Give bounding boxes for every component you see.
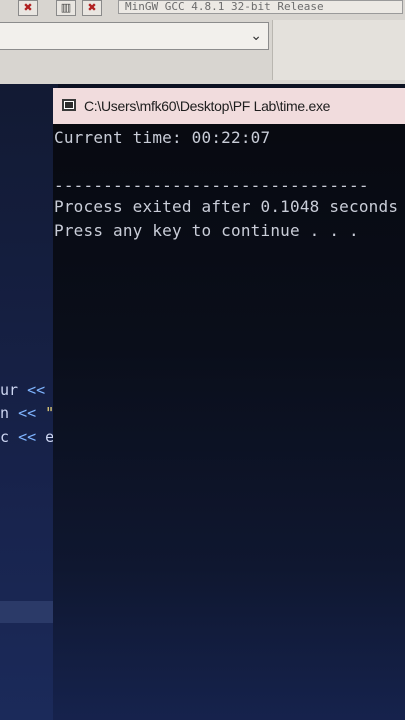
separator-line: -------------------------------- xyxy=(54,176,369,195)
console-app-icon xyxy=(62,99,76,111)
ide-toolbar: ✖ ▥ ✖ MinGW GCC 4.8.1 32-bit Release ⌄ xyxy=(0,0,405,84)
code-operator: << xyxy=(18,404,37,422)
current-time-line: Current time: 00:22:07 xyxy=(54,128,271,147)
compiler-selector[interactable]: MinGW GCC 4.8.1 32-bit Release xyxy=(118,0,403,14)
console-titlebar[interactable]: C:\Users\mfk60\Desktop\PF Lab\time.exe xyxy=(53,88,405,124)
process-exited-line: Process exited after 0.1048 seconds xyxy=(54,197,399,216)
close-x-icon[interactable]: ✖ xyxy=(18,0,38,16)
toolbar-panel xyxy=(272,20,405,80)
code-line: c << e xyxy=(0,428,54,446)
code-text: n xyxy=(0,404,19,422)
code-string: " xyxy=(36,404,55,422)
code-operator: << xyxy=(18,428,37,446)
current-line-highlight xyxy=(0,601,58,623)
code-operator: << xyxy=(27,381,46,399)
function-dropdown[interactable]: ⌄ xyxy=(0,22,269,50)
screen: ✖ ▥ ✖ MinGW GCC 4.8.1 32-bit Release ⌄ u… xyxy=(0,0,405,720)
code-line: n << " xyxy=(0,404,54,422)
code-text: c xyxy=(0,428,19,446)
code-editor[interactable]: ur << n << " c << e xyxy=(0,84,58,720)
code-line: ur << xyxy=(0,381,45,399)
press-any-key-line: Press any key to continue . . . xyxy=(54,221,359,240)
console-window[interactable]: C:\Users\mfk60\Desktop\PF Lab\time.exe C… xyxy=(53,88,405,720)
columns-icon[interactable]: ▥ xyxy=(56,0,76,16)
code-text: e xyxy=(36,428,55,446)
delete-x-icon[interactable]: ✖ xyxy=(82,0,102,16)
chevron-down-icon: ⌄ xyxy=(250,28,262,44)
console-title: C:\Users\mfk60\Desktop\PF Lab\time.exe xyxy=(84,98,331,114)
code-text: ur xyxy=(0,381,28,399)
